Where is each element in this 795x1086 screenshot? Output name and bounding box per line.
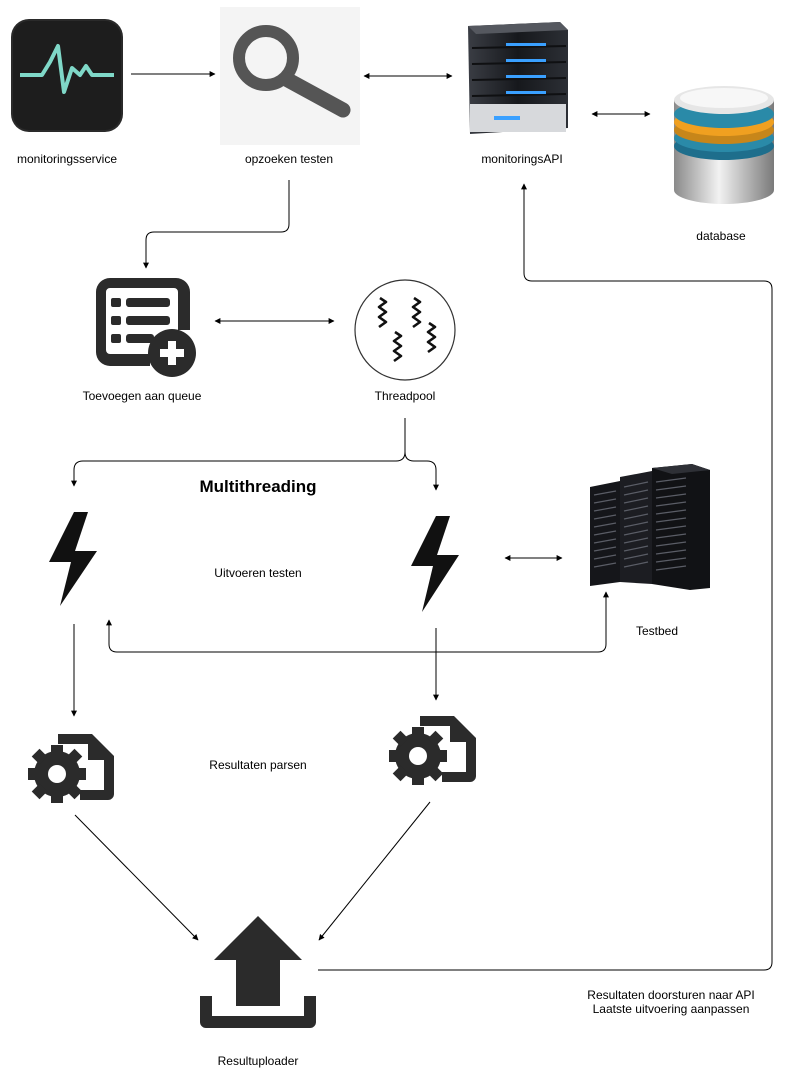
thread-pool-icon <box>354 279 456 381</box>
server-icon <box>468 22 568 134</box>
label-uitvoeren-testen: Uitvoeren testen <box>214 566 302 580</box>
pulse-monitor-icon <box>11 19 123 132</box>
label-doorsturen-line1: Resultaten doorsturen naar API <box>587 988 755 1002</box>
arrow-parser-left-to-uploader <box>74 814 199 941</box>
file-gear-icon <box>389 716 476 785</box>
lightning-bolt-icon <box>49 512 97 606</box>
file-gear-icon <box>28 734 114 803</box>
label-toevoegen-queue: Toevoegen aan queue <box>82 389 202 403</box>
upload-icon <box>200 916 316 1028</box>
architecture-diagram <box>11 7 774 1028</box>
database-icon <box>674 86 774 204</box>
label-testbed: Testbed <box>635 624 679 638</box>
label-multithreading: Multithreading <box>199 477 317 496</box>
arrow-parser-right-to-uploader <box>318 801 431 941</box>
list-add-icon <box>96 278 196 377</box>
label-database: database <box>696 229 746 243</box>
label-threadpool: Threadpool <box>374 389 436 403</box>
arrow-threadpool-to-thread-right <box>404 451 439 491</box>
label-monitoringsservice: monitoringsservice <box>16 152 118 166</box>
label-resultaten-parsen: Resultaten parsen <box>209 758 307 772</box>
arrow-testbed-to-thread <box>106 591 609 653</box>
arrow-search-to-queue <box>143 180 290 269</box>
label-monitorings-api: monitoringsAPI <box>481 152 563 166</box>
magnifier-icon <box>220 7 360 145</box>
lightning-bolt-icon <box>411 516 459 612</box>
arrow-threadpool-to-thread-left <box>71 418 406 487</box>
server-rack-icon <box>590 464 710 590</box>
label-resultuploader: Resultuploader <box>217 1054 299 1068</box>
label-opzoeken-testen: opzoeken testen <box>244 152 334 166</box>
label-doorsturen-line2: Laatste uitvoering aanpassen <box>592 1002 750 1016</box>
